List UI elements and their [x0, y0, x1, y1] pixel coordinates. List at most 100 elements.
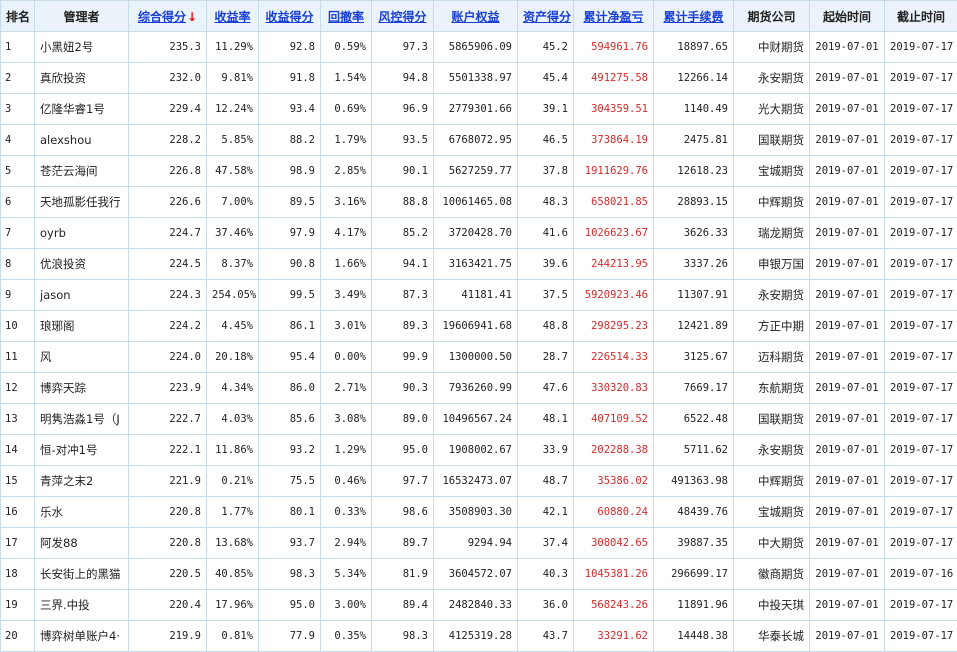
cell-return-score: 95.0	[259, 590, 321, 621]
sort-return-rate[interactable]: 收益率	[207, 1, 259, 32]
cell-end-date: 2019-07-17	[885, 590, 957, 621]
table-row: 18长安街上的黑猫220.540.85%98.35.34%81.93604572…	[1, 559, 957, 590]
cell-broker: 瑞龙期货	[734, 218, 810, 249]
cell-rank: 18	[1, 559, 35, 590]
sort-asset-score[interactable]: 资产得分	[518, 1, 574, 32]
cell-asset-score: 41.6	[518, 218, 574, 249]
cell-risk-score: 90.3	[372, 373, 434, 404]
cell-asset-score: 33.9	[518, 435, 574, 466]
cell-total-score: 226.6	[129, 187, 207, 218]
cell-return-rate: 254.05%	[207, 280, 259, 311]
cell-total-score: 224.5	[129, 249, 207, 280]
cell-end-date: 2019-07-16	[885, 559, 957, 590]
sort-risk-score[interactable]: 风控得分	[372, 1, 434, 32]
cell-drawdown: 5.34%	[321, 559, 372, 590]
sort-fees[interactable]: 累计手续费	[654, 1, 734, 32]
cell-net-profit: 1045381.26	[574, 559, 654, 590]
table-header: 排名 管理者 综合得分↓ 收益率 收益得分 回撤率 风控得分 账户权益 资产得分…	[1, 1, 957, 32]
cell-fees: 1140.49	[654, 94, 734, 125]
cell-end-date: 2019-07-17	[885, 497, 957, 528]
cell-return-score: 75.5	[259, 466, 321, 497]
sort-equity-label[interactable]: 账户权益	[451, 10, 499, 24]
cell-net-profit: 202288.38	[574, 435, 654, 466]
cell-equity: 16532473.07	[434, 466, 518, 497]
cell-return-rate: 20.18%	[207, 342, 259, 373]
sort-total-score-label[interactable]: 综合得分	[138, 10, 186, 24]
cell-start-date: 2019-07-01	[810, 497, 885, 528]
cell-return-rate: 4.45%	[207, 311, 259, 342]
cell-broker: 徽商期货	[734, 559, 810, 590]
cell-broker: 东航期货	[734, 373, 810, 404]
cell-equity: 5501338.97	[434, 63, 518, 94]
cell-manager: 博弈树单账户4·	[35, 621, 129, 652]
cell-return-score: 93.4	[259, 94, 321, 125]
cell-equity: 1300000.50	[434, 342, 518, 373]
cell-asset-score: 47.6	[518, 373, 574, 404]
cell-fees: 6522.48	[654, 404, 734, 435]
cell-equity: 3508903.30	[434, 497, 518, 528]
cell-net-profit: 491275.58	[574, 63, 654, 94]
cell-start-date: 2019-07-01	[810, 187, 885, 218]
sort-drawdown-label[interactable]: 回撤率	[328, 10, 364, 24]
sort-equity[interactable]: 账户权益	[434, 1, 518, 32]
cell-broker: 迈科期货	[734, 342, 810, 373]
cell-asset-score: 28.7	[518, 342, 574, 373]
cell-drawdown: 0.69%	[321, 94, 372, 125]
sort-net-profit[interactable]: 累计净盈亏	[574, 1, 654, 32]
cell-equity: 10061465.08	[434, 187, 518, 218]
cell-net-profit: 33291.62	[574, 621, 654, 652]
cell-drawdown: 2.85%	[321, 156, 372, 187]
sort-return-rate-label[interactable]: 收益率	[214, 10, 250, 24]
cell-total-score: 224.3	[129, 280, 207, 311]
cell-return-score: 89.5	[259, 187, 321, 218]
cell-broker: 国联期货	[734, 125, 810, 156]
cell-risk-score: 88.8	[372, 187, 434, 218]
table-row: 4alexshou228.25.85%88.21.79%93.56768072.…	[1, 125, 957, 156]
cell-manager: jason	[35, 280, 129, 311]
sort-return-score-label[interactable]: 收益得分	[265, 10, 313, 24]
table-row: 13明隽浩淼1号（J222.74.03%85.63.08%89.01049656…	[1, 404, 957, 435]
cell-return-rate: 47.58%	[207, 156, 259, 187]
cell-broker: 方正中期	[734, 311, 810, 342]
cell-drawdown: 0.59%	[321, 32, 372, 63]
cell-return-score: 93.7	[259, 528, 321, 559]
cell-total-score: 235.3	[129, 32, 207, 63]
sort-return-score[interactable]: 收益得分	[259, 1, 321, 32]
cell-drawdown: 4.17%	[321, 218, 372, 249]
cell-drawdown: 2.71%	[321, 373, 372, 404]
cell-rank: 11	[1, 342, 35, 373]
table-row: 3亿隆华睿1号229.412.24%93.40.69%96.92779301.6…	[1, 94, 957, 125]
cell-fees: 296699.17	[654, 559, 734, 590]
cell-return-rate: 13.68%	[207, 528, 259, 559]
cell-end-date: 2019-07-17	[885, 156, 957, 187]
cell-risk-score: 94.1	[372, 249, 434, 280]
cell-broker: 光大期货	[734, 94, 810, 125]
sort-risk-score-label[interactable]: 风控得分	[378, 10, 426, 24]
sort-net-profit-label[interactable]: 累计净盈亏	[583, 10, 643, 24]
cell-end-date: 2019-07-17	[885, 466, 957, 497]
cell-drawdown: 3.08%	[321, 404, 372, 435]
sort-total-score[interactable]: 综合得分↓	[129, 1, 207, 32]
sort-fees-label[interactable]: 累计手续费	[663, 10, 723, 24]
cell-risk-score: 85.2	[372, 218, 434, 249]
sort-asset-score-label[interactable]: 资产得分	[523, 10, 571, 24]
cell-manager: 优浪投资	[35, 249, 129, 280]
cell-total-score: 220.8	[129, 528, 207, 559]
cell-asset-score: 48.7	[518, 466, 574, 497]
cell-return-rate: 1.77%	[207, 497, 259, 528]
sort-drawdown[interactable]: 回撤率	[321, 1, 372, 32]
cell-end-date: 2019-07-17	[885, 187, 957, 218]
cell-manager: 明隽浩淼1号（J	[35, 404, 129, 435]
cell-drawdown: 1.66%	[321, 249, 372, 280]
cell-return-score: 93.2	[259, 435, 321, 466]
cell-end-date: 2019-07-17	[885, 32, 957, 63]
cell-asset-score: 37.5	[518, 280, 574, 311]
cell-asset-score: 45.4	[518, 63, 574, 94]
cell-rank: 9	[1, 280, 35, 311]
cell-total-score: 224.0	[129, 342, 207, 373]
cell-net-profit: 244213.95	[574, 249, 654, 280]
table-row: 9jason224.3254.05%99.53.49%87.341181.413…	[1, 280, 957, 311]
cell-manager: 恒-对冲1号	[35, 435, 129, 466]
table-row: 17阿发88220.813.68%93.72.94%89.79294.9437.…	[1, 528, 957, 559]
cell-total-score: 224.2	[129, 311, 207, 342]
